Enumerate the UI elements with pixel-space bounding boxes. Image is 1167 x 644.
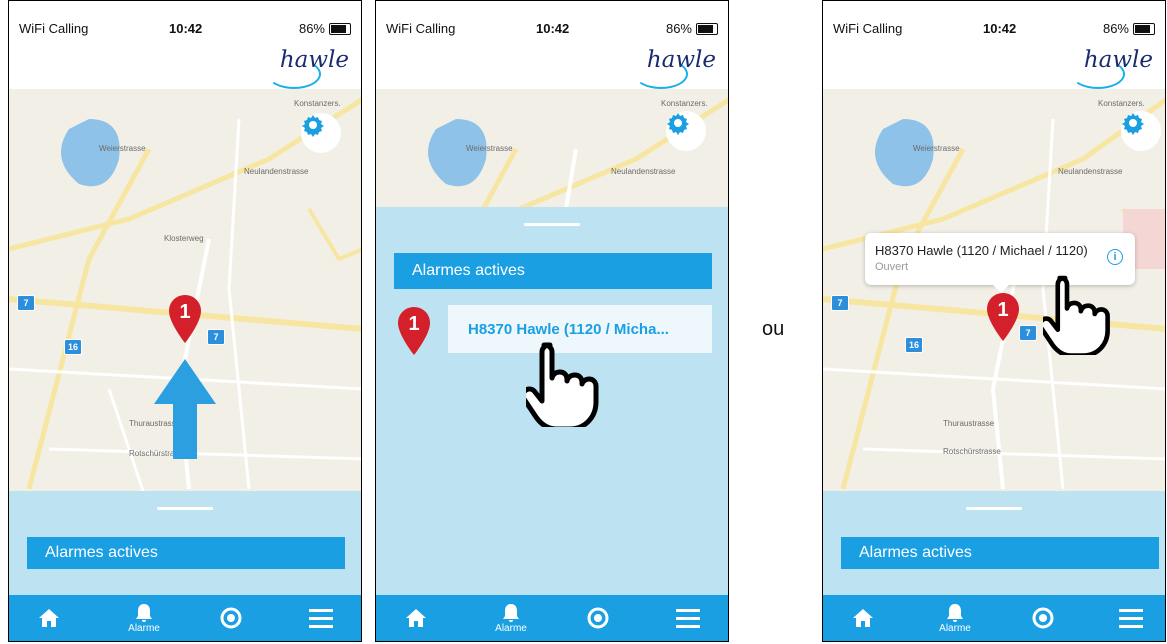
street-label: Konstanzers. <box>1098 99 1145 108</box>
bell-icon <box>947 603 963 622</box>
alarm-pin: 1 <box>398 307 430 355</box>
nav-menu[interactable] <box>658 595 718 641</box>
status-bar: WiFi Calling 10:42 86% <box>9 1 361 49</box>
menu-icon <box>1119 609 1143 628</box>
battery-percent: 86% <box>298 21 325 36</box>
bell-icon <box>136 603 152 622</box>
swipe-up-arrow-icon <box>154 359 216 459</box>
nav-alarme[interactable]: Alarme <box>481 595 541 641</box>
nav-home[interactable] <box>386 595 446 641</box>
nav-valve[interactable] <box>1013 595 1073 641</box>
nav-alarme-label: Alarme <box>495 622 527 634</box>
street-label: Neulandenstrasse <box>611 167 676 176</box>
bottom-nav: Alarme <box>9 595 361 641</box>
hawle-logo: hawle <box>646 47 716 73</box>
home-icon <box>39 609 59 627</box>
bottom-nav: Alarme <box>823 595 1165 641</box>
nav-valve[interactable] <box>201 595 261 641</box>
status-bar: WiFi Calling 10:42 86% <box>823 1 1165 49</box>
clock: 10:42 <box>169 21 203 36</box>
battery-indicator: 86% <box>1103 21 1155 36</box>
gear-icon <box>1122 113 1144 135</box>
street-label: Rotschürstrasse <box>943 447 1001 456</box>
gear-icon <box>302 115 324 137</box>
sheet-drag-handle[interactable] <box>524 223 580 226</box>
settings-button[interactable] <box>301 113 341 153</box>
battery-percent: 86% <box>665 21 692 36</box>
battery-icon <box>329 22 351 35</box>
separator-or-label: ou <box>762 318 785 340</box>
hawle-logo: hawle <box>279 47 349 73</box>
bottom-nav: Alarme <box>376 595 728 641</box>
road-shield: 7 <box>207 329 225 345</box>
valve-icon <box>1032 607 1054 629</box>
settings-button[interactable] <box>666 111 706 151</box>
street-label: Weierstrasse <box>99 144 146 153</box>
battery-icon <box>1133 22 1155 35</box>
nav-menu[interactable] <box>1101 595 1161 641</box>
pin-number: 1 <box>179 301 190 323</box>
callout-title: H8370 Hawle (1120 / Michael / 1120) <box>875 243 1088 258</box>
battery-indicator: 86% <box>299 21 351 36</box>
street-label: Klosterweg <box>164 234 204 243</box>
menu-icon <box>676 609 700 628</box>
gear-icon <box>667 113 689 135</box>
nav-alarme[interactable]: Alarme <box>925 595 985 641</box>
alarm-list-header: Alarmes actives <box>394 253 712 289</box>
clock: 10:42 <box>983 21 1017 36</box>
alarm-pin[interactable]: 1 <box>169 295 201 343</box>
valve-icon <box>587 607 609 629</box>
street-label: Neulandenstrasse <box>1058 167 1123 176</box>
nav-home[interactable] <box>19 595 79 641</box>
hawle-logo: hawle <box>1083 47 1153 73</box>
nav-alarme-label: Alarme <box>939 622 971 634</box>
pin-number: 1 <box>997 299 1008 321</box>
pin-number: 1 <box>408 313 419 335</box>
street-label: Thuraustrasse <box>943 419 995 428</box>
road-shield: 7 <box>831 295 849 311</box>
road-shield: 7 <box>1019 325 1037 341</box>
menu-icon <box>309 609 333 628</box>
info-icon[interactable]: i <box>1107 249 1123 265</box>
home-icon <box>853 609 873 627</box>
status-bar: WiFi Calling 10:42 86% <box>376 1 728 49</box>
road-shield: 16 <box>905 337 923 353</box>
alarm-sheet[interactable]: Alarmes actives <box>823 491 1165 597</box>
tap-hand-icon <box>1043 275 1110 355</box>
street-label: Weierstrasse <box>466 144 513 153</box>
street-label: Konstanzers. <box>294 99 341 108</box>
street-label: Neulandenstrasse <box>244 167 309 176</box>
valve-icon <box>220 607 242 629</box>
nav-home[interactable] <box>833 595 893 641</box>
battery-icon <box>696 22 718 35</box>
alarm-sheet[interactable]: Alarmes actives <box>9 491 361 597</box>
road-shield: 16 <box>64 339 82 355</box>
alarm-list-header: Alarmes actives <box>27 537 345 569</box>
carrier-label: WiFi Calling <box>19 21 89 36</box>
nav-menu[interactable] <box>291 595 351 641</box>
battery-percent: 86% <box>1102 21 1129 36</box>
carrier-label: WiFi Calling <box>386 21 456 36</box>
bell-icon <box>503 603 519 622</box>
nav-alarme-label: Alarme <box>128 622 160 634</box>
nav-alarme[interactable]: Alarme <box>114 595 174 641</box>
sheet-drag-handle[interactable] <box>157 507 213 510</box>
phone-screen-1: WiFi Calling 10:42 86% hawle Konstanzers… <box>8 0 362 642</box>
phone-screen-2: WiFi Calling 10:42 86% hawle Konstanzers… <box>375 0 729 642</box>
phone-screen-3: WiFi Calling 10:42 86% hawle Konstanzers… <box>822 0 1166 642</box>
sheet-drag-handle[interactable] <box>966 507 1022 510</box>
alarm-list-header: Alarmes actives <box>841 537 1159 569</box>
battery-indicator: 86% <box>666 21 718 36</box>
street-label: Konstanzers. <box>661 99 708 108</box>
street-label: Weierstrasse <box>913 144 960 153</box>
alarm-pin[interactable]: 1 <box>987 293 1019 341</box>
carrier-label: WiFi Calling <box>833 21 903 36</box>
nav-valve[interactable] <box>568 595 628 641</box>
tap-hand-icon <box>526 342 599 427</box>
clock: 10:42 <box>536 21 570 36</box>
settings-button[interactable] <box>1121 111 1161 151</box>
home-icon <box>406 609 426 627</box>
road-shield: 7 <box>17 295 35 311</box>
callout-status: Ouvert <box>875 261 909 273</box>
